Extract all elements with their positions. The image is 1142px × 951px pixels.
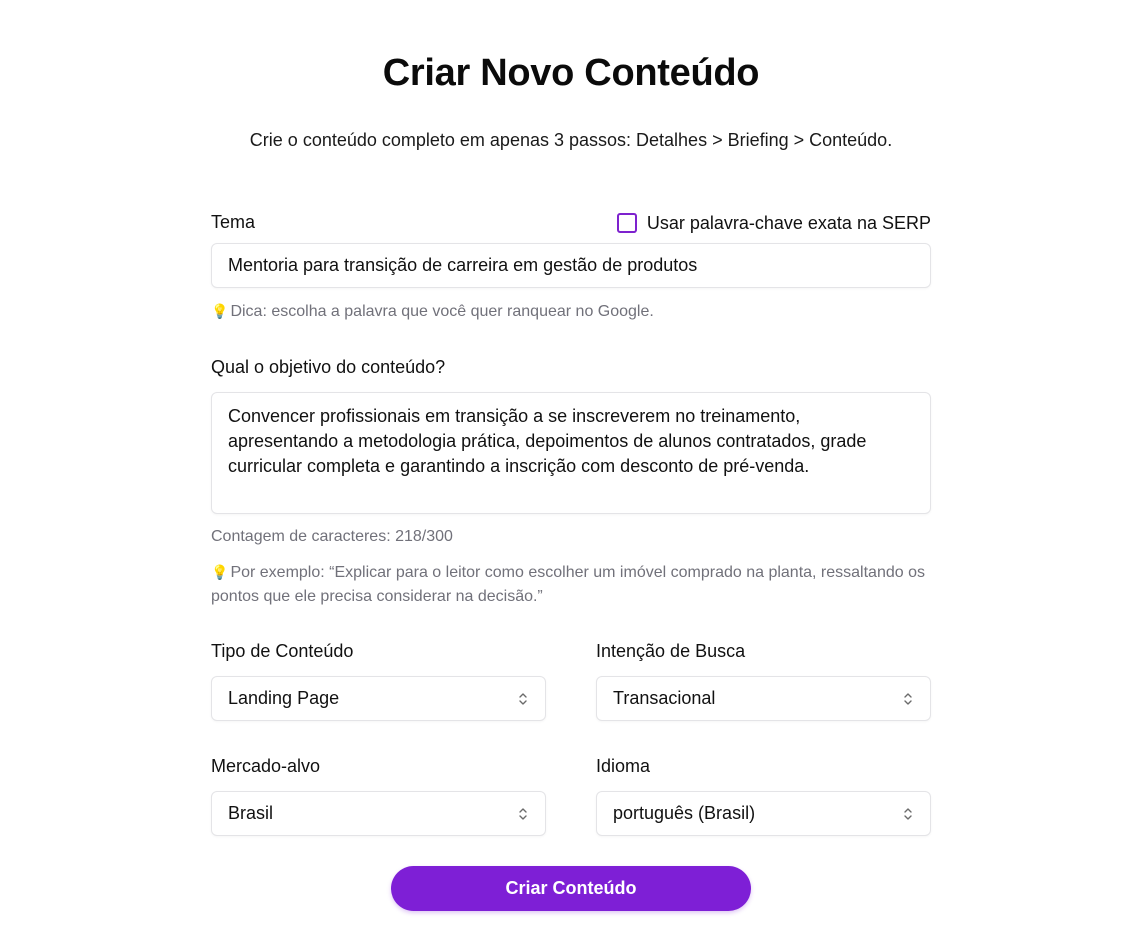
theme-hint-text: Dica: escolha a palavra que você quer ra… — [230, 303, 654, 320]
search-intent-select[interactable]: Transacional — [596, 676, 931, 721]
lightbulb-icon: 💡 — [211, 564, 229, 580]
chevron-up-down-icon — [904, 807, 912, 820]
exact-keyword-label: Usar palavra-chave exata na SERP — [646, 212, 931, 233]
chevron-up-down-icon — [519, 807, 527, 820]
target-market-label: Mercado-alvo — [211, 756, 321, 776]
content-type-value: Landing Page — [228, 688, 340, 708]
target-market-select[interactable]: Brasil — [211, 791, 546, 836]
objective-label: Qual o objetivo do conteúdo? — [211, 357, 446, 377]
search-intent-label: Intenção de Busca — [596, 641, 746, 661]
objective-textarea[interactable]: Convencer profissionais em transição a s… — [211, 392, 931, 514]
create-content-form: Tema Usar palavra-chave exata na SERP 💡D… — [211, 0, 931, 951]
create-content-button[interactable]: Criar Conteúdo — [391, 866, 751, 911]
content-type-select[interactable]: Landing Page — [211, 676, 546, 721]
objective-example: 💡 Por exemplo: “Explicar para o leitor co… — [211, 560, 931, 609]
theme-label: Tema — [211, 212, 256, 232]
target-market-value: Brasil — [228, 803, 274, 823]
language-label: Idioma — [596, 756, 651, 776]
chevron-up-down-icon — [904, 692, 912, 705]
chevron-up-down-icon — [519, 692, 527, 705]
exact-keyword-checkbox[interactable] — [616, 213, 637, 233]
exact-keyword-toggle[interactable]: Usar palavra-chave exata na SERP — [616, 212, 931, 234]
search-intent-value: Transacional — [613, 688, 716, 708]
char-count: Contagem de caracteres: 218/300 — [211, 528, 453, 545]
content-type-label: Tipo de Conteúdo — [211, 641, 354, 661]
theme-input[interactable] — [211, 243, 931, 288]
lightbulb-icon: 💡 — [211, 303, 229, 319]
theme-hint: 💡 Dica: escolha a palavra que você quer r… — [211, 299, 931, 324]
objective-example-text: Por exemplo: “Explicar para o leitor com… — [211, 564, 925, 605]
language-value: português (Brasil) — [613, 803, 756, 823]
language-select[interactable]: português (Brasil) — [596, 791, 931, 836]
